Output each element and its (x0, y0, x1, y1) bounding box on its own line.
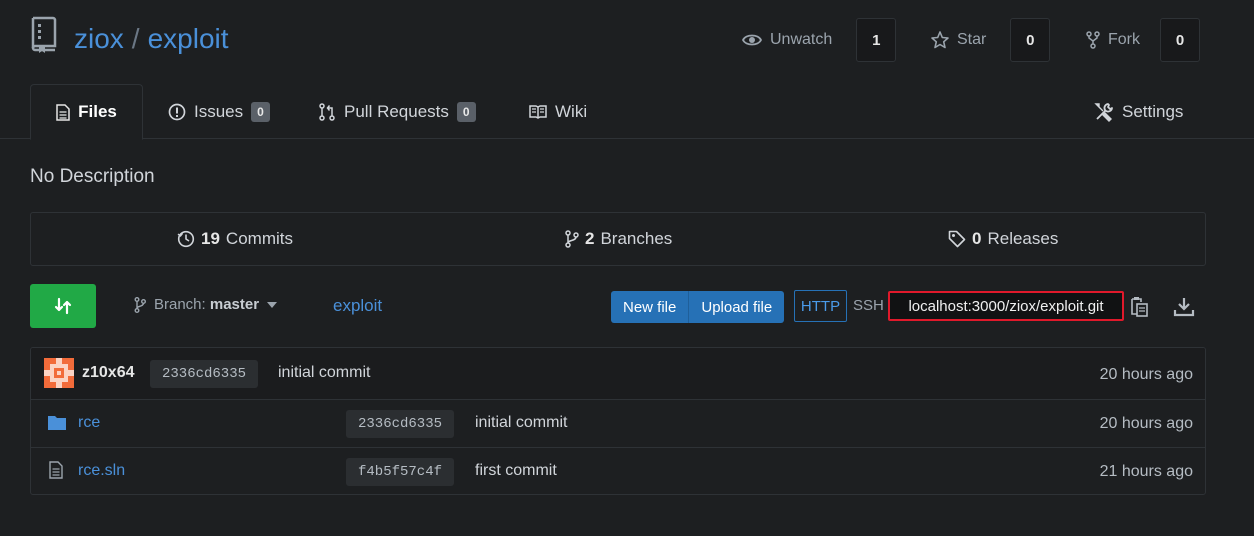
commits-count: 19 (201, 229, 220, 248)
http-protocol-button[interactable]: HTTP (794, 290, 847, 322)
history-icon (177, 230, 195, 248)
star-group: Star 0 (917, 18, 1051, 62)
issue-opened-icon (168, 103, 186, 120)
star-label: Star (957, 31, 987, 48)
tag-icon (948, 230, 966, 248)
git-branch-icon (565, 230, 579, 248)
repo-owner-link[interactable]: ziox (74, 23, 124, 54)
folder-icon (48, 416, 66, 430)
table-row: rce.sln f4b5f57c4f first commit 21 hours… (31, 448, 1205, 494)
issues-count-badge: 0 (251, 101, 270, 122)
file-commit-time: 20 hours ago (1099, 415, 1193, 432)
tab-settings[interactable]: Settings (1094, 84, 1183, 139)
latest-commit-row: z10x64 2336cd6335 initial commit 20 hour… (31, 348, 1205, 400)
upload-file-button[interactable]: Upload file (688, 291, 785, 323)
tab-issues-label: Issues (194, 101, 244, 121)
caret-down-icon (267, 301, 278, 308)
pull-request-icon (319, 102, 335, 121)
ssh-protocol-button[interactable]: SSH (853, 297, 884, 314)
clone-url-field[interactable]: localhost:3000/ziox/exploit.git (888, 291, 1124, 321)
repo-description: No Description (30, 166, 155, 187)
commits-stat-link[interactable]: 19 Commits (177, 213, 293, 265)
fork-group: Fork 0 (1072, 18, 1200, 62)
tab-settings-label: Settings (1122, 101, 1184, 121)
tab-issues[interactable]: Issues 0 (168, 84, 270, 139)
star-button[interactable]: Star (917, 18, 1000, 62)
unwatch-button[interactable]: Unwatch (728, 18, 846, 62)
git-branch-icon (134, 296, 146, 313)
branch-name: master (209, 296, 260, 313)
tab-files-label: Files (78, 102, 117, 121)
commit-message: initial commit (278, 364, 371, 381)
fork-count[interactable]: 0 (1160, 18, 1200, 62)
file-commit-message[interactable]: initial commit (475, 414, 567, 432)
new-file-button[interactable]: New file (611, 291, 689, 323)
commits-label: Commits (225, 229, 293, 248)
tab-pull-requests-label: Pull Requests (344, 101, 449, 121)
pull-requests-count-badge: 0 (456, 101, 476, 122)
branches-label: Branches (600, 229, 673, 248)
repo-book-icon (31, 16, 57, 53)
releases-label: Releases (987, 229, 1059, 248)
tab-files[interactable]: Files (30, 84, 143, 140)
repo-stats-bar: 19 Commits 2 Branches 0 Releases (30, 212, 1206, 266)
file-commit-time: 21 hours ago (1099, 463, 1193, 480)
repo-path-link[interactable]: exploit (333, 296, 382, 316)
star-icon (931, 31, 949, 49)
file-commit-sha[interactable]: 2336cd6335 (346, 410, 455, 438)
commit-sha[interactable]: 2336cd6335 (150, 360, 259, 388)
commit-author[interactable]: z10x64 (82, 364, 135, 382)
repo-title-separator: / (131, 23, 140, 54)
file-name-link[interactable]: rce (78, 414, 100, 432)
watch-count[interactable]: 1 (856, 18, 897, 62)
table-row: rce 2336cd6335 initial commit 20 hours a… (31, 400, 1205, 448)
star-count[interactable]: 0 (1010, 18, 1051, 62)
avatar[interactable] (44, 358, 74, 388)
file-commit-sha[interactable]: f4b5f57c4f (346, 458, 455, 486)
copy-clipboard-icon[interactable] (1128, 296, 1150, 318)
file-name-link[interactable]: rce.sln (78, 462, 125, 480)
tab-pull-requests[interactable]: Pull Requests 0 (318, 84, 476, 139)
eye-icon (742, 34, 762, 46)
compare-pull-button[interactable] (30, 284, 96, 328)
watch-group: Unwatch 1 (728, 18, 897, 62)
releases-stat-link[interactable]: 0 Releases (948, 213, 1058, 265)
unwatch-label: Unwatch (770, 31, 833, 48)
branches-stat-link[interactable]: 2 Branches (565, 213, 672, 265)
file-action-buttons: New file Upload file (611, 291, 785, 323)
repo-name-link[interactable]: exploit (148, 23, 229, 54)
branches-count: 2 (585, 229, 595, 248)
download-icon[interactable] (1173, 296, 1195, 318)
sync-icon (54, 297, 72, 315)
tools-icon (1094, 102, 1113, 122)
releases-count: 0 (972, 229, 982, 248)
fork-label: Fork (1108, 31, 1140, 48)
tab-wiki[interactable]: Wiki (529, 84, 587, 139)
repo-tabs: Files Issues 0 Pull Requests 0 Wiki Sett… (0, 84, 1254, 140)
branch-label: Branch: (154, 296, 206, 313)
file-text-icon (49, 461, 63, 479)
file-text-icon (56, 103, 70, 121)
file-table: z10x64 2336cd6335 initial commit 20 hour… (30, 347, 1206, 495)
repo-title: ziox / exploit (74, 22, 229, 56)
fork-button[interactable]: Fork (1072, 18, 1154, 62)
book-icon (529, 105, 547, 119)
file-commit-message[interactable]: first commit (475, 462, 557, 480)
fork-icon (1086, 31, 1100, 49)
branch-dropdown[interactable]: Branch: master (134, 296, 278, 313)
commit-time: 20 hours ago (1099, 366, 1193, 383)
repo-header: ziox / exploit Unwatch 1 Star 0 Fork 0 (0, 0, 1254, 84)
tab-wiki-label: Wiki (555, 101, 588, 121)
